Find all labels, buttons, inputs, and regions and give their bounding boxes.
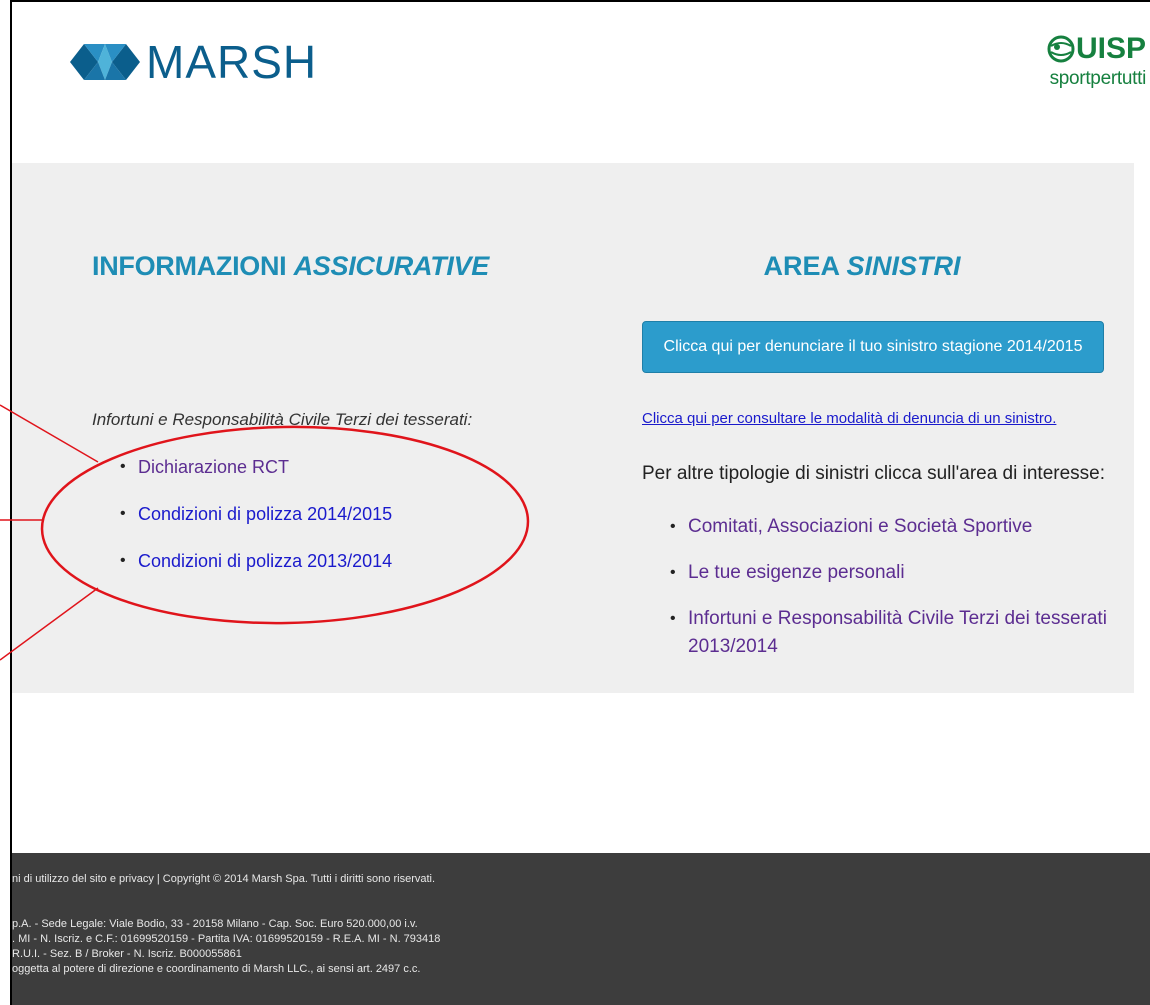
footer-legal-line: p.A. - Sede Legale: Viale Bodio, 33 - 20… [12,918,418,930]
condizioni-2014-link[interactable]: Condizioni di polizza 2014/2015 [138,504,392,524]
informazioni-heading: INFORMAZIONI ASSICURATIVE [92,251,489,282]
list-item: Infortuni e Responsabilità Civile Terzi … [670,605,1110,661]
content-panel: INFORMAZIONI ASSICURATIVE Infortuni e Re… [12,163,1134,693]
sinistri-heading-em: SINISTRI [846,251,961,281]
marsh-logo[interactable]: MARSH [70,32,317,92]
footer-legal-line: R.U.I. - Sez. B / Broker - N. Iscriz. B0… [12,948,242,960]
altre-tipologie-text: Per altre tipologie di sinistri clicca s… [642,463,1105,484]
footer: ni di utilizzo del sito e privacy | Copy… [12,853,1150,1005]
informazioni-column: INFORMAZIONI ASSICURATIVE Infortuni e Re… [12,163,602,693]
list-item: Comitati, Associazioni e Società Sportiv… [670,513,1110,541]
marsh-logo-text: MARSH [146,36,318,88]
sinistri-heading: AREA SINISTRI [612,251,1112,282]
list-item: Condizioni di polizza 2014/2015 [120,502,392,526]
list-item: Dichiarazione RCT [120,455,392,479]
footer-copyright: ni di utilizzo del sito e privacy | Copy… [12,873,436,885]
denuncia-sinistro-button[interactable]: Clicca qui per denunciare il tuo sinistr… [642,321,1104,373]
footer-legal-line: . MI - N. Iscriz. e C.F.: 01699520159 - … [12,933,441,945]
modalita-denuncia-link[interactable]: Clicca qui per consultare le modalità di… [642,410,1056,427]
uisp-globe-icon [1047,35,1075,63]
esigenze-personali-link[interactable]: Le tue esigenze personali [688,562,905,583]
informazioni-heading-em: ASSICURATIVE [293,251,490,281]
footer-legal: p.A. - Sede Legale: Viale Bodio, 33 - 20… [12,917,440,977]
footer-legal-line: oggetta al potere di direzione e coordin… [12,963,421,975]
list-item: Le tue esigenze personali [670,559,1110,587]
uisp-logo[interactable]: UISP sportpertutti [1022,30,1150,110]
condizioni-2013-link[interactable]: Condizioni di polizza 2013/2014 [138,551,392,571]
uisp-logo-text: UISP [1075,32,1146,65]
informazioni-heading-main: INFORMAZIONI [92,251,294,281]
marsh-logo-icon [70,44,140,80]
sinistri-heading-main: AREA [763,251,847,281]
list-item: Condizioni di polizza 2013/2014 [120,549,392,573]
uisp-tagline: sportpertutti [1049,68,1147,89]
comitati-link[interactable]: Comitati, Associazioni e Società Sportiv… [688,516,1032,537]
infortuni-2013-link[interactable]: Infortuni e Responsabilità Civile Terzi … [688,608,1107,657]
informazioni-link-list: Dichiarazione RCT Condizioni di polizza … [120,455,392,596]
sinistri-column: AREA SINISTRI Clicca qui per denunciare … [612,163,1132,693]
sinistri-link-list: Comitati, Associazioni e Società Sportiv… [670,513,1110,679]
dichiarazione-rct-link[interactable]: Dichiarazione RCT [138,457,289,477]
infortuni-intro: Infortuni e Responsabilità Civile Terzi … [92,410,473,429]
